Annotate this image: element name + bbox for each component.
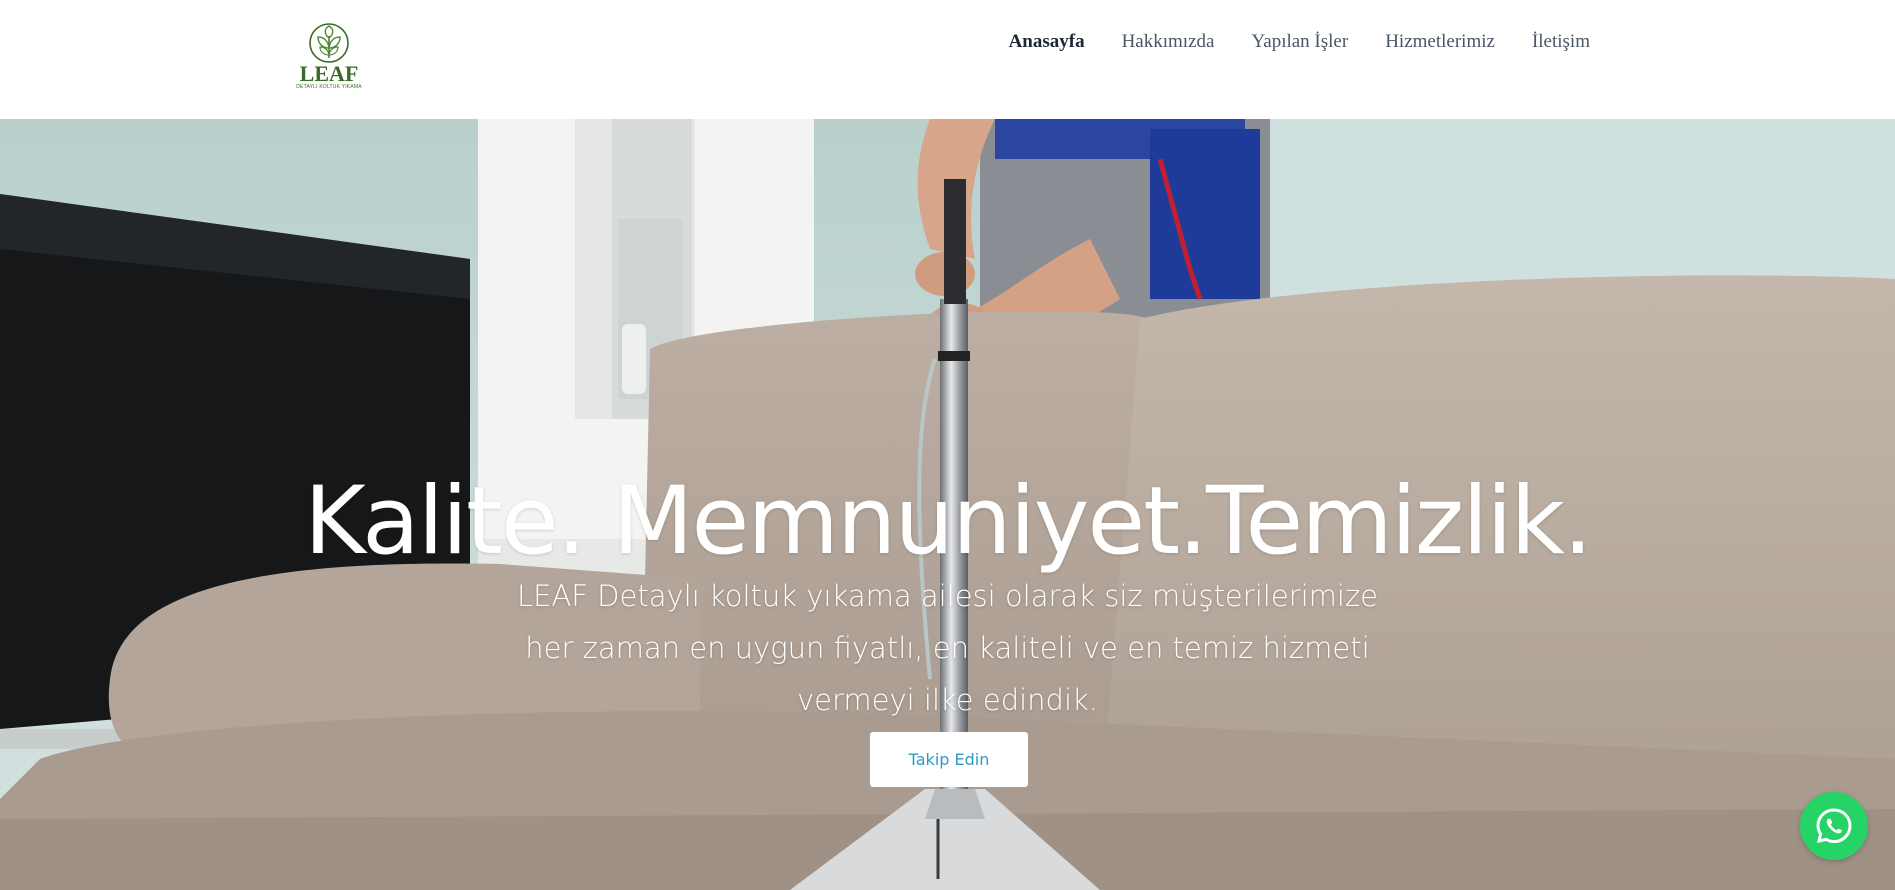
hero-title: Kalite. Memnuniyet.Temizlik. xyxy=(304,467,1593,576)
logo-tagline: DETAYLI KOLTUK YIKAMA xyxy=(296,84,362,90)
leaf-logo-icon xyxy=(309,23,349,63)
hero-section: Kalite. Memnuniyet.Temizlik. LEAF Detayl… xyxy=(0,119,1895,890)
nav-item-anasayfa[interactable]: Anasayfa xyxy=(1009,31,1085,53)
whatsapp-chat-button[interactable] xyxy=(1800,792,1868,860)
nav-item-hizmetlerimiz[interactable]: Hizmetlerimiz xyxy=(1385,31,1495,53)
hero-subtitle: LEAF Detaylı koltuk yıkama ailesi olarak… xyxy=(516,579,1379,717)
whatsapp-icon xyxy=(1816,808,1852,844)
site-logo[interactable]: LEAF DETAYLI KOLTUK YIKAMA xyxy=(294,22,364,96)
nav-item-hakkimizda[interactable]: Hakkımızda xyxy=(1122,31,1215,53)
site-header: LEAF DETAYLI KOLTUK YIKAMA Anasayfa Hakk… xyxy=(0,0,1895,119)
logo-wordmark: LEAF xyxy=(299,61,359,86)
nav-item-yapilan-isler[interactable]: Yapılan İşler xyxy=(1251,31,1348,53)
main-navigation: Anasayfa Hakkımızda Yapılan İşler Hizmet… xyxy=(1009,28,1590,56)
follow-button[interactable]: Takip Edin xyxy=(870,732,1028,787)
nav-item-iletisim[interactable]: İletişim xyxy=(1532,31,1590,53)
